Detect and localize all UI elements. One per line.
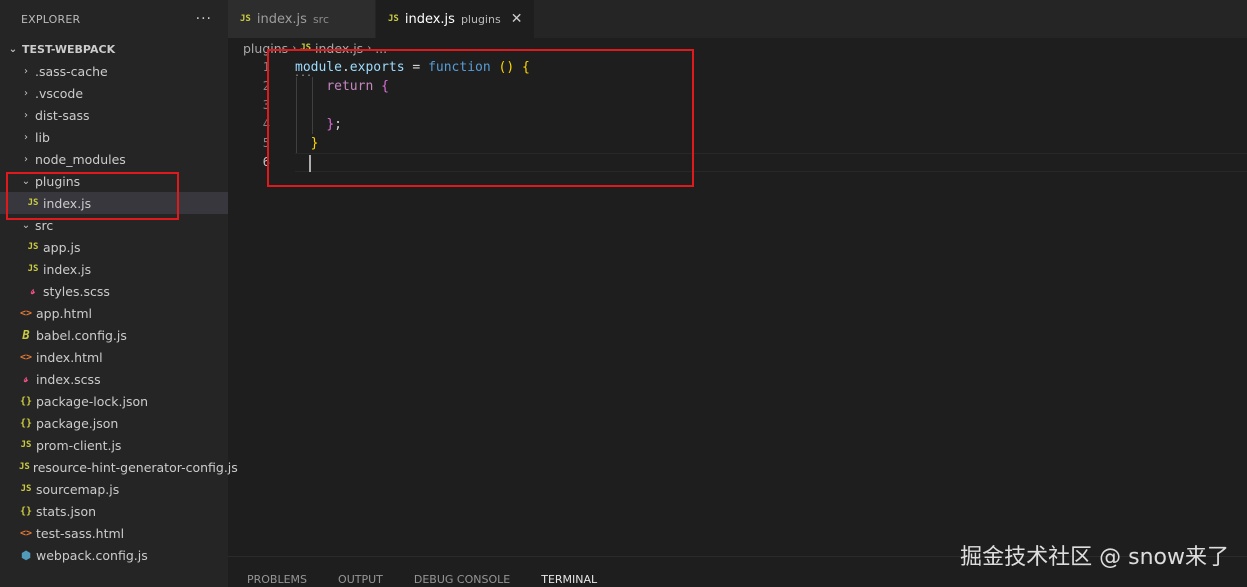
- explorer-sidebar: EXPLORER ··· ⌄ TEST-WEBPACK › .sass-cach…: [0, 0, 238, 587]
- js-file-icon: JS: [20, 484, 32, 494]
- tree-item-prom-client-js[interactable]: JS prom-client.js: [0, 434, 228, 456]
- project-name: TEST-WEBPACK: [22, 42, 116, 56]
- chevron-right-icon: ›: [24, 153, 28, 165]
- js-file-icon: JS: [388, 14, 399, 24]
- tree-item-label: index.js: [43, 261, 92, 277]
- more-actions-icon[interactable]: ···: [196, 11, 212, 27]
- chevron-right-icon: ›: [24, 65, 28, 77]
- chevron-down-icon: ⌄: [8, 43, 18, 55]
- tab-src-index-js[interactable]: JS index.js src: [228, 0, 376, 38]
- js-file-icon: JS: [240, 14, 251, 24]
- html-file-icon: <>: [19, 527, 33, 539]
- babel-file-icon: B: [22, 328, 30, 342]
- html-file-icon: <>: [19, 307, 33, 319]
- tab-plugins-index-js[interactable]: JS index.js plugins ✕: [376, 0, 536, 38]
- tree-item-label: webpack.config.js: [36, 547, 148, 563]
- tree-item-stats-json[interactable]: {} stats.json: [0, 500, 228, 522]
- tab-debug-console[interactable]: DEBUG CONSOLE: [402, 573, 522, 587]
- tree-item-label: index.html: [36, 349, 103, 365]
- chevron-right-icon: ›: [24, 109, 28, 121]
- tree-item-label: resource-hint-generator-config.js: [32, 459, 238, 475]
- sass-file-icon: 𝓈: [23, 372, 29, 385]
- tree-item-label: package-lock.json: [36, 393, 149, 409]
- chevron-right-icon: ›: [24, 131, 28, 143]
- tree-item-label: index.scss: [36, 371, 101, 387]
- tree-item-node-modules[interactable]: › node_modules: [0, 148, 228, 170]
- tree-item-index-html[interactable]: <> index.html: [0, 346, 228, 368]
- tree-item-vscode[interactable]: › .vscode: [0, 82, 228, 104]
- chevron-down-icon: ⌄: [21, 219, 31, 231]
- tree-item-webpack-config-js[interactable]: ⬢ webpack.config.js: [0, 544, 228, 566]
- tree-item-label: node_modules: [35, 151, 126, 167]
- highlight-box-code: [267, 49, 694, 187]
- tree-item-label: app.js: [43, 239, 81, 255]
- tree-item-label: stats.json: [36, 503, 97, 519]
- tree-item-test-sass-html[interactable]: <> test-sass.html: [0, 522, 228, 544]
- js-file-icon: JS: [20, 440, 32, 450]
- chevron-right-icon: ›: [24, 87, 28, 99]
- tree-item-label: lib: [35, 129, 50, 145]
- tab-terminal[interactable]: TERMINAL: [529, 573, 609, 587]
- tree-item-package-lock-json[interactable]: {} package-lock.json: [0, 390, 228, 412]
- line-number: 6: [262, 155, 270, 169]
- tab-output[interactable]: OUTPUT: [326, 573, 395, 587]
- tab-description: src: [312, 12, 329, 26]
- tab-problems[interactable]: PROBLEMS: [235, 573, 319, 587]
- tree-item-resource-hint-config-js[interactable]: JS resource-hint-generator-config.js: [0, 456, 238, 478]
- tree-item-styles-scss[interactable]: 𝓈 styles.scss: [0, 280, 228, 302]
- js-file-icon: JS: [19, 462, 30, 472]
- editor-tab-bar: JS index.js src JS index.js plugins ✕: [228, 0, 1247, 38]
- tree-item-label: app.html: [36, 305, 92, 321]
- tab-label: index.js: [256, 11, 307, 27]
- json-file-icon: {}: [19, 505, 33, 517]
- tree-item-src-app-js[interactable]: JS app.js: [0, 236, 228, 258]
- tab-label: index.js: [404, 11, 455, 27]
- json-file-icon: {}: [19, 417, 33, 429]
- explorer-header: EXPLORER ···: [0, 0, 228, 38]
- tree-item-label: sourcemap.js: [36, 481, 120, 497]
- file-tree: › .sass-cache › .vscode › dist-sass › li…: [0, 60, 238, 566]
- tree-item-label: package.json: [36, 415, 119, 431]
- line-number-gutter: 1 2 3 4 5 6: [228, 58, 270, 172]
- tree-item-label: test-sass.html: [36, 525, 125, 541]
- watermark: 掘金技术社区 @ snow来了: [960, 545, 1229, 570]
- tree-item-label: dist-sass: [35, 107, 90, 123]
- tree-item-label: babel.config.js: [36, 327, 127, 343]
- tree-item-lib[interactable]: › lib: [0, 126, 228, 148]
- line-number: 5: [262, 136, 270, 150]
- tree-item-label: .sass-cache: [35, 63, 108, 79]
- webpack-file-icon: ⬢: [21, 548, 31, 562]
- tree-item-babel-config[interactable]: B babel.config.js: [0, 324, 228, 346]
- explorer-title: EXPLORER: [21, 12, 81, 26]
- line-number: 4: [262, 117, 270, 131]
- json-file-icon: {}: [19, 395, 33, 407]
- tree-item-package-json[interactable]: {} package.json: [0, 412, 228, 434]
- tab-description: plugins: [460, 12, 501, 26]
- line-number: 3: [262, 98, 270, 112]
- sass-file-icon: 𝓈: [30, 284, 36, 297]
- tree-item-label: .vscode: [35, 85, 84, 101]
- tree-item-src-index-js[interactable]: JS index.js: [0, 258, 228, 280]
- tree-item-sourcemap-js[interactable]: JS sourcemap.js: [0, 478, 228, 500]
- js-file-icon: JS: [27, 264, 39, 274]
- html-file-icon: <>: [19, 351, 33, 363]
- tree-item-label: prom-client.js: [36, 437, 122, 453]
- close-icon[interactable]: ✕: [511, 11, 523, 27]
- line-number: 1: [262, 60, 270, 74]
- tree-item-label: styles.scss: [43, 283, 110, 299]
- js-file-icon: JS: [27, 242, 39, 252]
- line-number: 2: [262, 79, 270, 93]
- tree-item-index-scss[interactable]: 𝓈 index.scss: [0, 368, 228, 390]
- project-root[interactable]: ⌄ TEST-WEBPACK: [0, 38, 228, 60]
- tree-item-dist-sass[interactable]: › dist-sass: [0, 104, 228, 126]
- tree-item-sass-cache[interactable]: › .sass-cache: [0, 60, 228, 82]
- highlight-box-tree: [6, 172, 179, 220]
- tree-item-app-html[interactable]: <> app.html: [0, 302, 228, 324]
